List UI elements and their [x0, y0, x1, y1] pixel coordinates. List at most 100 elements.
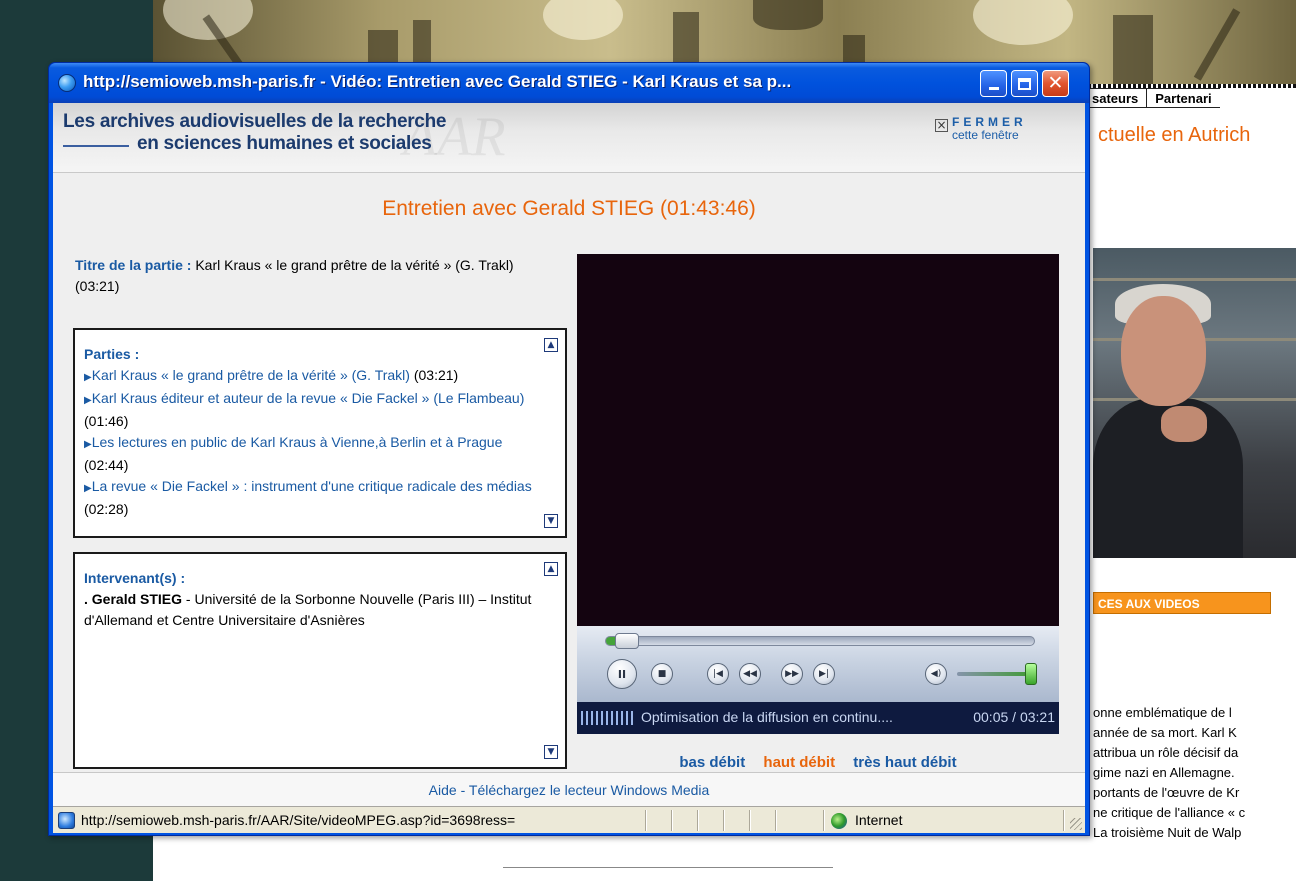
internet-zone-icon — [831, 813, 847, 829]
ie-status-bar: http://semioweb.msh-paris.fr/AAR/Site/vi… — [53, 806, 1085, 833]
speaker-icon: ◀) — [930, 669, 942, 679]
high-bitrate-link[interactable]: haut débit — [763, 754, 835, 771]
next-icon: ▶| — [819, 669, 829, 679]
speaker-prefix: . — [84, 591, 92, 607]
security-zone-label: Internet — [855, 812, 903, 828]
intervenants-panel[interactable]: ▲ Intervenant(s) : . Gerald STIEG - Univ… — [73, 552, 567, 769]
low-bitrate-link[interactable]: bas débit — [679, 754, 745, 771]
background-nav: sateurs Partenari — [1083, 88, 1220, 108]
list-item[interactable]: ▶Karl Kraus éditeur et auteur de la revu… — [84, 388, 544, 432]
ie-page-icon — [58, 74, 76, 92]
player-time-readout: 00:05 / 03:21 — [973, 709, 1055, 725]
background-nav-item[interactable]: sateurs — [1083, 89, 1147, 107]
player-status-message: Optimisation de la diffusion en continu.… — [641, 709, 893, 725]
close-window-button[interactable]: ✕ — [1042, 70, 1069, 97]
background-text-line: onne emblématique de l — [1093, 705, 1232, 720]
part-link[interactable]: Les lectures en public de Karl Kraus à V… — [92, 434, 503, 450]
previous-button[interactable]: |◀ — [707, 663, 729, 685]
video-title: Entretien avec Gerald STIEG (01:43:46) — [382, 197, 756, 220]
total-duration: 03:21 — [1019, 709, 1055, 725]
background-heading: ctuelle en Autrich — [1098, 124, 1251, 146]
rewind-button[interactable]: ◀◀ — [739, 663, 761, 685]
close-box-icon: × — [935, 118, 948, 132]
popup-content: AAR Les archives audiovisuelles de la re… — [53, 103, 1085, 833]
seek-handle[interactable] — [615, 633, 640, 649]
next-button[interactable]: ▶| — [813, 663, 835, 685]
background-speaker-photo — [1093, 248, 1296, 558]
aar-title-line2: en sciences humaines et sociales — [137, 133, 432, 154]
background-text-line: portants de l'œuvre de Kr — [1093, 785, 1240, 800]
parties-panel[interactable]: ▲ Parties : ▶Karl Kraus « le grand prêtr… — [73, 328, 567, 538]
player-controls: II ■ |◀ ◀◀ ▶▶ ▶| ◀) — [577, 626, 1059, 702]
rewind-icon: ◀◀ — [743, 669, 757, 679]
arrow-right-icon: ▶ — [84, 395, 92, 406]
intervenants-heading: Intervenant(s) : — [84, 570, 186, 586]
part-link[interactable]: Karl Kraus éditeur et auteur de la revue… — [92, 390, 525, 406]
background-videos-link[interactable]: CES AUX VIDEOS — [1093, 592, 1271, 614]
part-link[interactable]: La revue « Die Fackel » : instrument d'u… — [92, 478, 532, 494]
part-duration: (02:44) — [84, 457, 129, 473]
ie-page-icon — [58, 812, 75, 829]
aar-title-line1: Les archives audiovisuelles de la recher… — [63, 111, 447, 132]
background-text-line: attribua un rôle décisif da — [1093, 745, 1239, 760]
stop-icon: ■ — [657, 669, 667, 679]
part-duration: (02:28) — [84, 501, 129, 517]
stop-button[interactable]: ■ — [651, 663, 673, 685]
close-icon: ✕ — [1047, 72, 1064, 94]
help-footer: Aide - Téléchargez le lecteur Windows Me… — [53, 772, 1085, 806]
background-text-line: La troisième Nuit de Walp — [1093, 825, 1242, 840]
footer-separator: - — [456, 782, 469, 798]
part-duration: (01:46) — [84, 413, 129, 429]
background-nav-item[interactable]: Partenari — [1146, 89, 1220, 107]
parties-heading: Parties : — [84, 346, 140, 362]
fast-forward-icon: ▶▶ — [785, 669, 799, 679]
video-popup-window: http://semioweb.msh-paris.fr - Vidéo: En… — [48, 62, 1090, 836]
close-this-window-link[interactable]: × FERMER cette fenêtre — [935, 115, 1027, 142]
background-divider — [503, 867, 833, 881]
speaker-entry: . Gerald STIEG - Université de la Sorbon… — [84, 589, 544, 631]
minimize-icon — [988, 87, 999, 90]
video-display[interactable] — [577, 254, 1059, 626]
status-url: http://semioweb.msh-paris.fr/AAR/Site/vi… — [81, 812, 516, 828]
background-text-line: ne critique de l'alliance « c — [1093, 805, 1246, 820]
scroll-up-button[interactable]: ▲ — [544, 562, 558, 576]
close-link-label: FERMER — [952, 115, 1027, 129]
window-titlebar[interactable]: http://semioweb.msh-paris.fr - Vidéo: En… — [49, 63, 1089, 103]
current-part-label: Titre de la partie : — [75, 257, 192, 273]
list-item[interactable]: ▶La revue « Die Fackel » : instrument d'… — [84, 476, 544, 520]
elapsed-time: 00:05 — [973, 709, 1009, 725]
resize-grip[interactable] — [1070, 818, 1082, 830]
background-article-text: onne emblématique de l année de sa mort.… — [1093, 703, 1296, 843]
close-link-sublabel: cette fenêtre — [952, 128, 1019, 142]
quality-selector: bas débit haut débit très haut débit — [577, 754, 1059, 771]
volume-handle[interactable] — [1025, 663, 1037, 685]
list-item[interactable]: ▶Karl Kraus « le grand prêtre de la véri… — [84, 365, 544, 388]
list-item[interactable]: ▶Les lectures en public de Karl Kraus à … — [84, 432, 544, 476]
arrow-right-icon: ▶ — [84, 439, 92, 450]
arrow-right-icon: ▶ — [84, 483, 92, 494]
help-link[interactable]: Aide — [429, 782, 457, 798]
arrow-right-icon: ▶ — [84, 372, 92, 383]
scroll-down-button[interactable]: ▼ — [544, 745, 558, 759]
very-high-bitrate-link[interactable]: très haut débit — [853, 754, 956, 771]
pause-button[interactable]: II — [607, 659, 637, 689]
current-part-info: Titre de la partie : Karl Kraus « le gra… — [75, 255, 555, 297]
volume-slider[interactable] — [957, 672, 1033, 676]
fast-forward-button[interactable]: ▶▶ — [781, 663, 803, 685]
seek-bar[interactable] — [605, 633, 1035, 649]
scroll-down-button[interactable]: ▼ — [544, 514, 558, 528]
part-duration: (03:21) — [409, 367, 459, 383]
speaker-name: Gerald STIEG — [91, 591, 183, 607]
part-link[interactable]: Karl Kraus « le grand prêtre de la vérit… — [92, 367, 410, 383]
scroll-up-button[interactable]: ▲ — [544, 338, 558, 352]
aar-title-rule — [63, 145, 129, 147]
background-text-line: gime nazi en Allemagne. — [1093, 765, 1235, 780]
mute-button[interactable]: ◀) — [925, 663, 947, 685]
player-status-bar: Optimisation de la diffusion en continu.… — [577, 702, 1059, 734]
window-title: http://semioweb.msh-paris.fr - Vidéo: En… — [83, 72, 792, 91]
windows-media-player: II ■ |◀ ◀◀ ▶▶ ▶| ◀) Optimisation de la d… — [577, 254, 1059, 734]
background-text-line: année de sa mort. Karl K — [1093, 725, 1237, 740]
download-player-link[interactable]: Téléchargez le lecteur Windows Media — [469, 782, 709, 798]
maximize-button[interactable] — [1011, 70, 1038, 97]
minimize-button[interactable] — [980, 70, 1007, 97]
